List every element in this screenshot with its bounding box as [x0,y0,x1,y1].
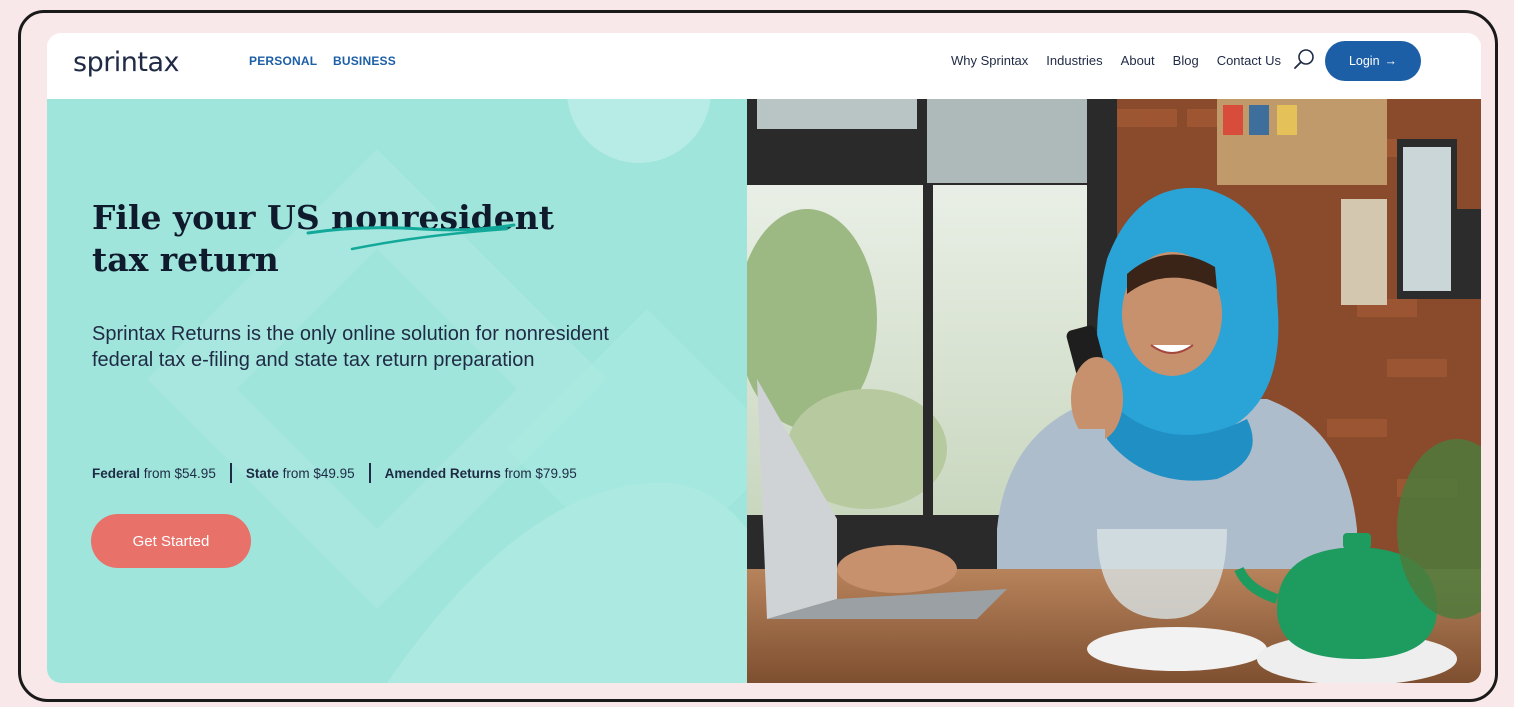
nav-link-contact-us[interactable]: Contact Us [1217,53,1281,68]
nav-link-why-sprintax[interactable]: Why Sprintax [951,53,1028,68]
login-button[interactable]: Login → [1325,41,1421,81]
login-label: Login [1348,54,1380,68]
hand-drawn-underline [306,223,516,251]
nav-link-industries[interactable]: Industries [1046,53,1102,68]
hero-title-part2: tax return [92,240,279,280]
nav-business[interactable]: BUSINESS [333,54,396,68]
top-navigation: sprintax PERSONAL BUSINESS Why Sprintax … [47,33,1481,99]
logo-text: sprintax [73,47,180,78]
background-shapes [147,99,747,683]
pricing-list: Federal from $54.95 State from $49.95 Am… [92,463,577,483]
divider [229,463,232,483]
nav-links: Why Sprintax Industries About Blog Conta… [951,53,1281,68]
divider [368,463,371,483]
price-state: State from $49.95 [245,465,355,481]
search-icon[interactable] [1291,47,1317,73]
sprintax-logo[interactable]: sprintax [73,47,180,78]
hero-description: Sprintax Returns is the only online solu… [92,323,609,372]
woman-on-phone-illustration [747,99,1481,683]
hero-text-panel: File your US nonresident tax return Spri… [47,99,747,683]
nav-personal[interactable]: PERSONAL [249,54,317,68]
get-started-button[interactable]: Get Started [91,514,251,568]
nav-link-about[interactable]: About [1121,53,1155,68]
hero-title-part1: File your US [92,198,332,237]
price-amended: Amended Returns from $79.95 [384,465,577,481]
hero-photo [747,99,1481,683]
nav-link-blog[interactable]: Blog [1173,53,1199,68]
browser-viewport: sprintax PERSONAL BUSINESS Why Sprintax … [47,33,1481,683]
price-federal: Federal from $54.95 [92,465,216,481]
arrow-right-icon: → [1384,54,1398,68]
